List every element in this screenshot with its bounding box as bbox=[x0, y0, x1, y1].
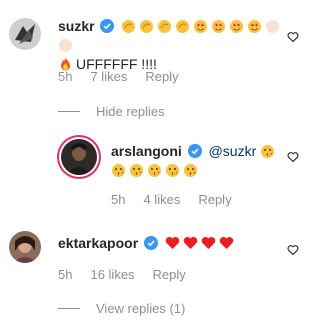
verified-badge-icon bbox=[187, 144, 202, 158]
avatar-ektarkapoor-image bbox=[9, 231, 41, 263]
comment-body-arslangoni: arslangoni @suzkr bbox=[111, 142, 286, 180]
kissing-face-icon bbox=[261, 145, 275, 158]
reply-button[interactable]: Reply bbox=[153, 267, 186, 282]
kissing-face-icon bbox=[148, 164, 161, 177]
timestamp: 5h bbox=[58, 267, 73, 282]
hide-replies-button[interactable]: Hide replies bbox=[58, 104, 165, 119]
verified-badge-icon bbox=[144, 236, 159, 250]
avatar-suzkr-image bbox=[9, 18, 41, 50]
view-replies-label: View replies (1) bbox=[96, 301, 186, 316]
view-replies-button[interactable]: View replies (1) bbox=[58, 301, 185, 316]
divider-line bbox=[58, 111, 80, 112]
kissing-face-icon bbox=[112, 164, 125, 177]
hide-replies-label: Hide replies bbox=[96, 104, 165, 119]
avatar-arslangoni[interactable] bbox=[61, 139, 97, 175]
heart-eyes-face-icon bbox=[248, 20, 262, 33]
divider-line bbox=[58, 308, 80, 309]
kissing-face-icon bbox=[166, 164, 179, 177]
verified-badge-icon bbox=[100, 19, 115, 33]
reply-button[interactable]: Reply bbox=[198, 192, 231, 207]
username-suzkr[interactable]: suzkr bbox=[58, 18, 95, 34]
comment-meta-suzkr: 5h 7 likes Reply bbox=[58, 69, 197, 84]
like-heart-icon[interactable] bbox=[287, 244, 299, 256]
red-heart-icon bbox=[201, 237, 216, 249]
red-heart-icon bbox=[165, 237, 180, 249]
avatar-suzkr[interactable] bbox=[9, 18, 41, 50]
timestamp: 5h bbox=[58, 69, 73, 84]
clapping-hands-icon bbox=[140, 20, 154, 33]
likes-count[interactable]: 4 likes bbox=[143, 192, 180, 207]
kissing-face-icon bbox=[130, 164, 143, 177]
likes-count[interactable]: 16 likes bbox=[90, 267, 134, 282]
red-heart-icon bbox=[183, 237, 198, 249]
clapping-hands-icon bbox=[122, 20, 136, 33]
heart-eyes-face-icon bbox=[194, 20, 208, 33]
username-arslangoni[interactable]: arslangoni bbox=[111, 143, 182, 159]
comment-meta-arslangoni: 5h 4 likes Reply bbox=[111, 192, 250, 207]
username-ektarkapoor[interactable]: ektarkapoor bbox=[58, 235, 138, 251]
avatar-ektarkapoor[interactable] bbox=[9, 231, 41, 263]
mention-link[interactable]: @suzkr bbox=[209, 143, 257, 159]
raised-hands-light-icon bbox=[266, 20, 280, 33]
kissing-face-icon bbox=[184, 164, 197, 177]
like-heart-icon[interactable] bbox=[287, 31, 299, 43]
heart-eyes-face-icon bbox=[230, 20, 244, 33]
comment-body-suzkr: suzkr UFFFFFF !!!! bbox=[58, 17, 288, 74]
clapping-hands-icon bbox=[158, 20, 172, 33]
avatar-arslangoni-image bbox=[61, 139, 97, 175]
reply-button[interactable]: Reply bbox=[145, 69, 178, 84]
heart-eyes-face-icon bbox=[212, 20, 226, 33]
comment-body-ektarkapoor: ektarkapoor bbox=[58, 234, 288, 253]
likes-count[interactable]: 7 likes bbox=[90, 69, 127, 84]
red-heart-icon bbox=[219, 237, 234, 249]
raised-hands-light-icon bbox=[59, 39, 72, 52]
clapping-hands-icon bbox=[176, 20, 190, 33]
like-heart-icon[interactable] bbox=[287, 151, 299, 163]
timestamp: 5h bbox=[111, 192, 126, 207]
comment-meta-ektarkapoor: 5h 16 likes Reply bbox=[58, 267, 204, 282]
